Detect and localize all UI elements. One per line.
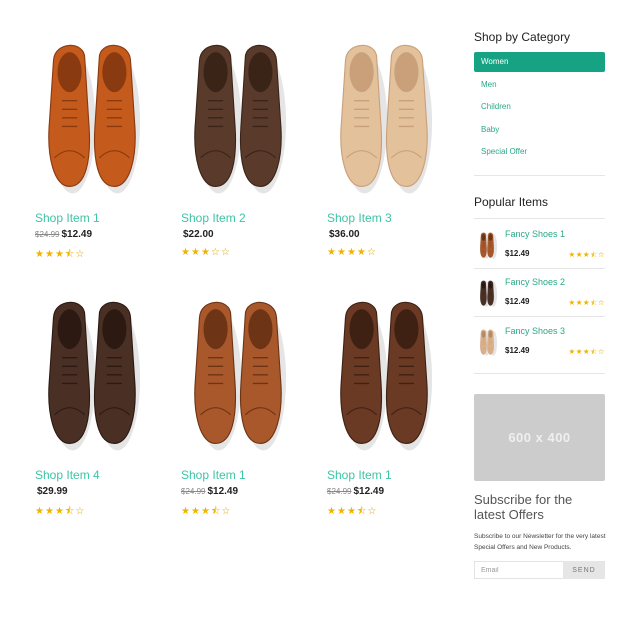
popular-item[interactable]: Fancy Shoes 2 $12.49 ★★★⯪☆ bbox=[474, 268, 605, 316]
popular-item-name[interactable]: Fancy Shoes 2 bbox=[505, 277, 565, 287]
shoe-image[interactable] bbox=[314, 287, 454, 457]
subscribe-form: SEND bbox=[474, 561, 605, 579]
rating-stars: ★★★★☆ bbox=[327, 247, 377, 258]
category-heading: Shop by Category bbox=[474, 30, 571, 44]
current-price: $22.00 bbox=[183, 229, 214, 240]
product-price: $24.99 $12.49 bbox=[327, 486, 384, 497]
category-list: Women Men Children Baby Special Offer bbox=[474, 52, 605, 165]
product-price: $29.99 bbox=[35, 486, 68, 497]
ad-placeholder[interactable]: 600 x 400 bbox=[474, 394, 605, 481]
product-name[interactable]: Shop Item 1 bbox=[327, 468, 392, 482]
rating-stars: ★★★⯪☆ bbox=[35, 249, 86, 260]
popular-item-name[interactable]: Fancy Shoes 3 bbox=[505, 326, 565, 336]
popular-heading: Popular Items bbox=[474, 195, 549, 209]
rating-stars: ★★★⯪☆ bbox=[181, 506, 232, 517]
product-name[interactable]: Shop Item 1 bbox=[181, 468, 246, 482]
shoe-thumbnail[interactable] bbox=[476, 278, 498, 308]
shoe-thumbnail[interactable] bbox=[476, 327, 498, 357]
popular-item-name[interactable]: Fancy Shoes 1 bbox=[505, 229, 565, 239]
popular-item-price: $12.49 bbox=[505, 297, 530, 306]
divider bbox=[474, 175, 605, 176]
rating-stars: ★★★☆☆ bbox=[181, 247, 231, 258]
category-item-men[interactable]: Men bbox=[474, 75, 605, 98]
product-price: $24.99 $12.49 bbox=[181, 486, 238, 497]
shoe-image[interactable] bbox=[22, 287, 162, 457]
category-item-women[interactable]: Women bbox=[474, 52, 605, 72]
current-price: $12.49 bbox=[353, 486, 385, 497]
subscribe-description: Subscribe to our Newsletter for the very… bbox=[474, 533, 606, 551]
popular-item[interactable]: Fancy Shoes 3 $12.49 ★★★⯪☆ bbox=[474, 317, 605, 365]
rating-stars: ★★★⯪☆ bbox=[568, 250, 605, 259]
product-name[interactable]: Shop Item 4 bbox=[35, 468, 100, 482]
rating-stars: ★★★⯪☆ bbox=[35, 506, 86, 517]
product-price: $22.00 bbox=[181, 229, 214, 240]
rating-stars: ★★★⯪☆ bbox=[327, 506, 378, 517]
subscribe-heading: Subscribe for the latest Offers bbox=[474, 492, 573, 522]
shoe-thumbnail[interactable] bbox=[476, 230, 498, 260]
shoe-image[interactable] bbox=[168, 287, 308, 457]
popular-item-price: $12.49 bbox=[505, 249, 530, 258]
category-item-special-offer[interactable]: Special Offer bbox=[474, 142, 605, 165]
category-item-children[interactable]: Children bbox=[474, 97, 605, 120]
shoe-image[interactable] bbox=[22, 30, 162, 200]
category-item-baby[interactable]: Baby bbox=[474, 120, 605, 143]
current-price: $29.99 bbox=[37, 486, 68, 497]
rating-stars: ★★★⯪☆ bbox=[568, 298, 605, 307]
product-name[interactable]: Shop Item 2 bbox=[181, 211, 246, 225]
email-input[interactable] bbox=[474, 561, 563, 579]
old-price: $24.99 bbox=[327, 487, 352, 496]
rating-stars: ★★★⯪☆ bbox=[568, 347, 605, 356]
current-price: $12.49 bbox=[207, 486, 239, 497]
ad-size-label: 600 x 400 bbox=[508, 430, 571, 445]
shoe-image[interactable] bbox=[168, 30, 308, 200]
old-price: $24.99 bbox=[181, 487, 206, 496]
divider bbox=[474, 218, 605, 219]
current-price: $12.49 bbox=[61, 229, 93, 240]
current-price: $36.00 bbox=[329, 229, 360, 240]
shoe-image[interactable] bbox=[314, 30, 454, 200]
popular-item-price: $12.49 bbox=[505, 346, 530, 355]
divider bbox=[474, 373, 605, 374]
popular-item[interactable]: Fancy Shoes 1 $12.49 ★★★⯪☆ bbox=[474, 220, 605, 268]
product-name[interactable]: Shop Item 3 bbox=[327, 211, 392, 225]
product-price: $24.99 $12.49 bbox=[35, 229, 92, 240]
send-button[interactable]: SEND bbox=[563, 561, 605, 579]
product-name[interactable]: Shop Item 1 bbox=[35, 211, 100, 225]
product-price: $36.00 bbox=[327, 229, 360, 240]
old-price: $24.99 bbox=[35, 230, 60, 239]
